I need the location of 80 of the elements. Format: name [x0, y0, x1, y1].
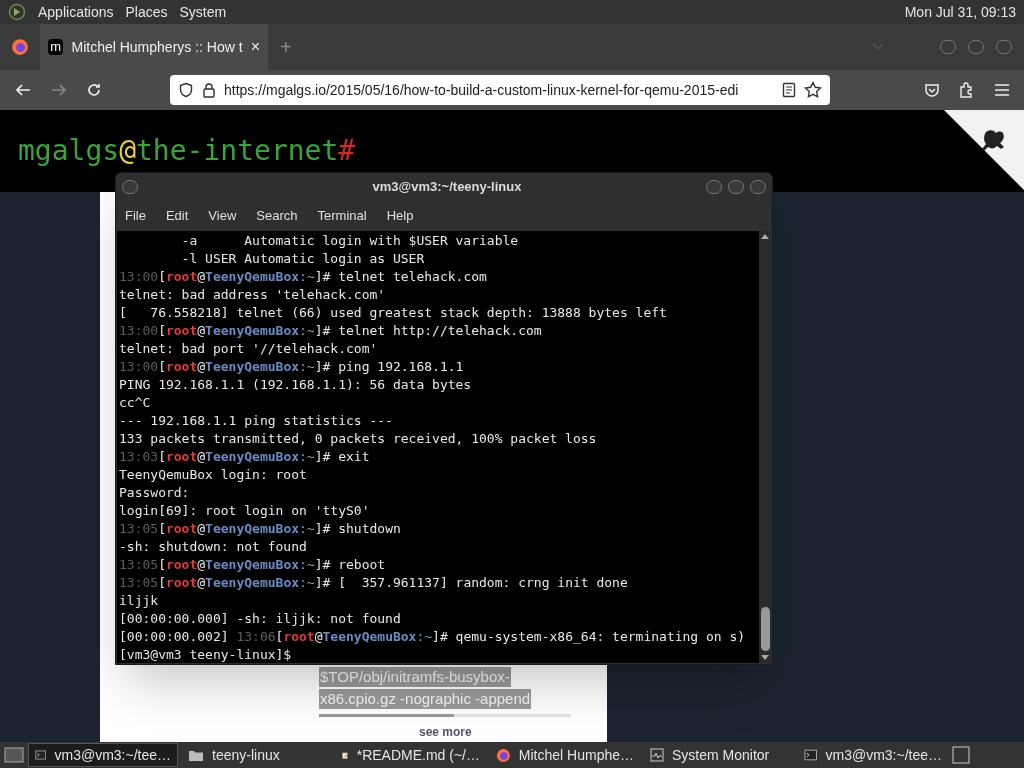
code-text: x86.cpio.gz -nographic -append — [319, 689, 532, 709]
back-arrow-icon[interactable] — [14, 82, 32, 98]
site-title[interactable]: mgalgs@the-internet# — [18, 130, 356, 172]
terminal-icon — [804, 748, 818, 762]
terminal-line: 133 packets transmitted, 0 packets received, 100% packet loss — [119, 430, 598, 448]
reload-icon[interactable] — [86, 82, 102, 98]
url-field[interactable]: https://mgalgs.io/2015/05/16/how-to-build-a-custom-linux-kernel-for-qemu-2015-edi — [170, 75, 830, 105]
panel-menu[interactable]: Places — [125, 1, 168, 23]
shield-icon[interactable] — [178, 82, 194, 98]
menu-item[interactable]: Search — [256, 206, 298, 226]
logo-icon[interactable] — [8, 3, 26, 21]
terminal-line: -l USER Automatic login as USER — [180, 250, 426, 268]
window-icon[interactable] — [952, 746, 970, 764]
window-title: vm3@vm3:~/teeny-linux — [371, 178, 523, 197]
scroll-thumb[interactable] — [760, 607, 770, 651]
window-control-button[interactable] — [940, 40, 956, 54]
scrollbar[interactable] — [759, 231, 771, 663]
taskbar-item[interactable]: vm3@vm3:~/tee… — [798, 743, 948, 767]
terminal-line: 13:00[root@TeenyQemuBox:~]# ping 192.168.1.1 — [119, 358, 465, 376]
code-text: $TOP/obj/initramfs-busybox- — [319, 667, 511, 687]
taskbar-item[interactable]: *README.md (~/… — [336, 743, 486, 767]
monitor-icon — [650, 748, 664, 762]
taskbar-item[interactable]: teeny-linux — [182, 743, 332, 767]
menu-item[interactable]: Edit — [165, 206, 189, 226]
terminal-line: 13:03[root@TeenyQemuBox:~]# exit — [119, 448, 371, 466]
terminal-icon — [35, 748, 47, 762]
terminal-line: --- 192.168.1.1 ping statistics --- — [119, 412, 394, 430]
terminal-line: cc^C — [119, 394, 152, 412]
clock[interactable]: Mon Jul 31, 09:13 — [904, 1, 1016, 23]
panel-menu[interactable]: Applications — [38, 1, 114, 23]
url-text: https://mgalgs.io/2015/05/16/how-to-build-a-custom-linux-kernel-for-qemu-2015-edi — [224, 80, 740, 100]
panel-menu[interactable]: System — [179, 1, 227, 23]
terminal-line: 13:00[root@TeenyQemuBox:~]# telnet http://telehack.com — [119, 322, 543, 340]
lock-icon[interactable] — [202, 82, 216, 98]
terminal-line: Password: — [119, 484, 191, 502]
terminal-line: -sh: shutdown: not found — [119, 538, 308, 556]
fox-globe-icon[interactable] — [11, 38, 29, 56]
reader-view-icon[interactable] — [782, 82, 796, 98]
menu-item[interactable]: Terminal — [317, 206, 367, 226]
taskbar-item[interactable]: vm3@vm3:~/tee… — [28, 743, 178, 767]
folder-icon — [188, 748, 204, 762]
terminal-line: login[69]: root login on 'ttyS0' — [119, 502, 371, 520]
favicon: m — [48, 39, 64, 55]
fox-globe-icon — [496, 747, 511, 763]
taskbar-item[interactable]: Mitchel Humphe… — [490, 743, 640, 767]
scroll-up-icon[interactable] — [761, 233, 769, 239]
window-control-button[interactable] — [122, 180, 138, 194]
window-control-button[interactable] — [968, 40, 984, 54]
terminal-line: -a Automatic login with $USER variable — [180, 232, 520, 250]
terminal-line: telnet: bad address 'telehack.com' — [119, 286, 387, 304]
terminal-line: [00:00:00.002] 13:06[root@TeenyQemuBox:~]# qemu-system-x86_64: terminating on s) — [119, 628, 747, 646]
scroll-down-icon[interactable] — [761, 655, 769, 661]
window-control-button[interactable] — [996, 40, 1012, 54]
terminal-line: iljjk — [119, 592, 160, 610]
window-control-button[interactable] — [706, 180, 722, 194]
terminal-line: 13:05[root@TeenyQemuBox:~]# reboot — [119, 556, 387, 574]
menu-item[interactable]: File — [125, 206, 146, 226]
menu-item[interactable]: View — [208, 206, 237, 226]
browser-tab[interactable]: m Mitchel Humpherys :: How t × — [40, 24, 268, 70]
terminal-line: PING 192.168.1.1 (192.168.1.1): 56 data bytes — [119, 376, 473, 394]
terminal-line: TeenyQemuBox login: root — [119, 466, 308, 484]
window-control-button[interactable] — [728, 180, 744, 194]
menu-item[interactable]: Help — [386, 206, 414, 226]
see-more-link[interactable]: see more — [419, 725, 472, 739]
window-control-button[interactable] — [750, 180, 766, 194]
terminal-line: [ 76.558218] telnet (66) used greatest stack depth: 13888 bytes left — [119, 304, 668, 322]
menu-icon[interactable] — [994, 83, 1010, 97]
terminal-line: 13:00[root@TeenyQemuBox:~]# telnet telehack.com — [119, 268, 488, 286]
show-desktop-icon[interactable] — [4, 746, 24, 764]
terminal-line: 13:05[root@TeenyQemuBox:~]# shutdown — [119, 520, 402, 538]
tab-title: Mitchel Humpherys :: How t — [71, 37, 243, 57]
terminal-line: [vm3@vm3 teeny-linux]$ — [119, 646, 293, 663]
scroll-thumb[interactable] — [319, 714, 454, 717]
close-tab-button[interactable]: × — [250, 35, 260, 59]
taskbar-item[interactable]: System Monitor — [644, 743, 794, 767]
terminal-line: 13:05[root@TeenyQemuBox:~]# [ 357.961137] random: crng init done — [119, 574, 629, 592]
pocket-icon[interactable] — [924, 82, 940, 98]
star-icon[interactable] — [804, 81, 822, 99]
terminal-line: telnet: bad port '//telehack.com' — [119, 340, 379, 358]
terminal-line: [00:00:00.000] -sh: iljjk: not found — [119, 610, 402, 628]
